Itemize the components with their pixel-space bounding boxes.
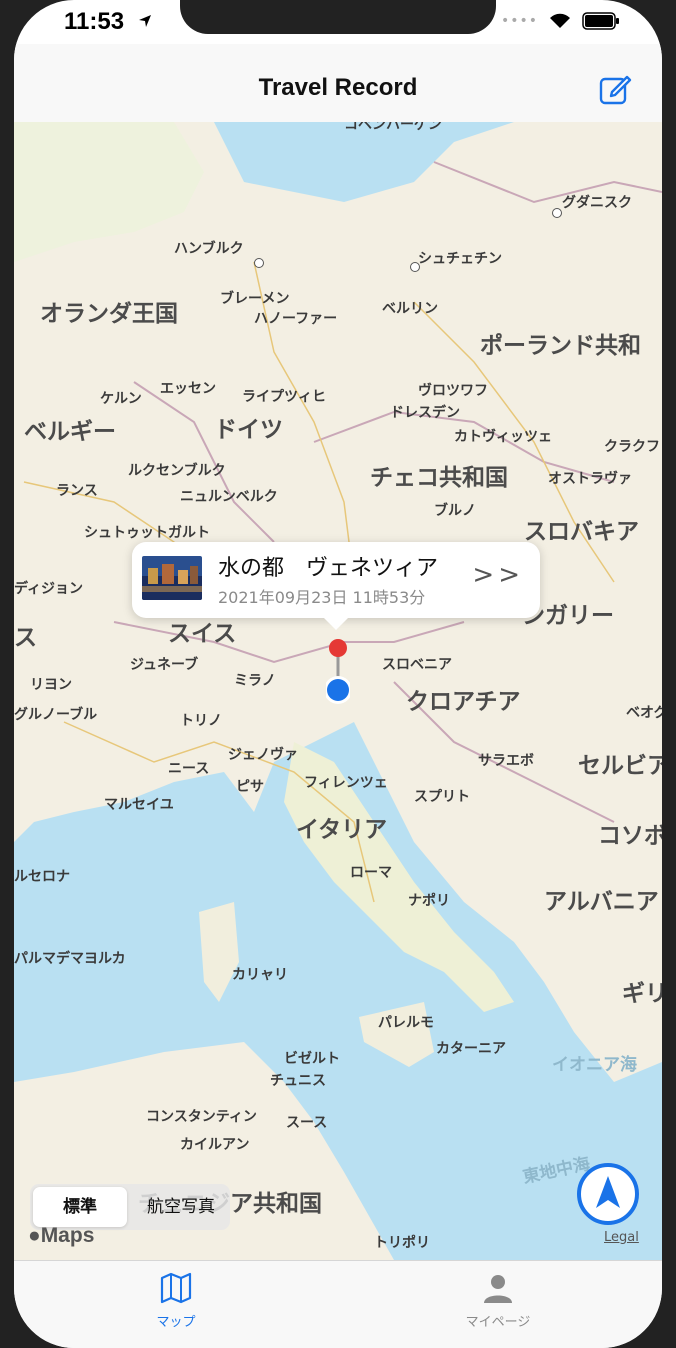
country-label: コソボ <box>598 823 662 849</box>
callout-subtitle: 2021年09月23日 11時53分 <box>218 588 426 607</box>
city-label: ジュネーブ <box>130 657 199 673</box>
country-label: ポーランド共和 <box>480 333 641 359</box>
legal-link[interactable]: Legal <box>604 1230 639 1245</box>
tab-label: マイページ <box>465 1315 531 1330</box>
city-label: フィレンツェ <box>304 775 388 791</box>
city-label: カリャリ <box>232 967 288 983</box>
city-label: サラエボ <box>478 753 534 769</box>
device-notch <box>180 0 496 34</box>
navigation-bar: Travel Record <box>14 44 662 123</box>
city-label: スロベニア <box>382 657 452 673</box>
city-label: スース <box>286 1115 328 1131</box>
page-title: Travel Record <box>258 74 418 101</box>
city-label: ナポリ <box>408 893 450 909</box>
city-label: ローマ <box>350 865 392 881</box>
country-label: オランダ王国 <box>40 301 178 327</box>
apple-logo-icon: ● <box>28 1224 41 1247</box>
city-label: ベルリン <box>382 301 438 317</box>
city-label: パレルモ <box>378 1015 434 1031</box>
city-label: カイルアン <box>180 1137 250 1153</box>
city-label: グルノーブル <box>14 707 98 723</box>
status-icons: •••• <box>501 12 620 30</box>
city-label: カトヴィッツェ <box>454 429 552 445</box>
city-label: トリノ <box>180 713 222 729</box>
city-label: ミラノ <box>234 673 276 689</box>
city-label: ドレスデン <box>390 405 460 421</box>
city-dot <box>254 258 264 268</box>
segment-aerial[interactable]: 航空写真 <box>136 1187 226 1227</box>
city-label: ライプツィヒ <box>242 389 326 405</box>
signal-icon: •••• <box>500 13 538 29</box>
city-label: ヴロツワフ <box>418 383 488 399</box>
map-view[interactable]: コペンハーゲン グダニスク ハンブルク シュチェチン オランダ王国 ブレーメン … <box>14 122 662 1260</box>
current-location-icon[interactable] <box>576 1162 640 1226</box>
country-label: スロバキア <box>524 519 639 545</box>
country-label: ベルギー <box>24 419 116 445</box>
city-label: ハノーファー <box>254 311 338 327</box>
city-label: ブルノ <box>434 503 476 519</box>
city-label: エッセン <box>160 381 216 397</box>
app-screen: 11:53 •••• Travel Record コペンハーゲン グダニスク ハ… <box>14 0 662 1348</box>
city-label: ピサ <box>236 779 264 795</box>
country-label: スイス <box>168 621 237 647</box>
city-label: ルセロナ <box>14 869 70 885</box>
tab-mypage[interactable]: マイページ <box>438 1271 558 1330</box>
compose-icon[interactable] <box>598 72 632 106</box>
sea-label: イオニア海 <box>552 1055 637 1075</box>
city-label: トリポリ <box>374 1235 430 1251</box>
city-label: ハンブルク <box>174 241 244 257</box>
city-label: マルセイユ <box>104 797 174 813</box>
segment-standard[interactable]: 標準 <box>33 1187 127 1227</box>
city-label: チュニス <box>270 1073 326 1089</box>
city-label: ブレーメン <box>220 291 290 307</box>
wifi-icon <box>550 13 570 28</box>
city-label: コンスタンティン <box>146 1109 257 1125</box>
status-bar: 11:53 •••• <box>14 0 662 44</box>
city-label: ランス <box>56 483 98 499</box>
country-label: ドイツ <box>214 417 283 443</box>
status-time: 11:53 <box>64 8 125 35</box>
city-label: パルマデマヨルカ <box>14 951 126 967</box>
city-label: ディジョン <box>14 581 84 597</box>
battery-icon <box>582 12 619 30</box>
map-pin-icon[interactable] <box>326 638 350 706</box>
tab-map[interactable]: マップ <box>116 1271 236 1330</box>
city-label: ジェノヴァ <box>228 747 298 763</box>
map-icon <box>160 1272 192 1304</box>
city-label: シュトゥットガルト <box>84 525 210 541</box>
annotation-callout[interactable]: 水の都 ヴェネツィア 2021年09月23日 11時53分 >> <box>132 542 540 630</box>
city-label: ビゼルト <box>284 1051 340 1067</box>
city-label: ケルン <box>100 391 142 407</box>
country-label: セルビア <box>578 753 662 779</box>
maps-logo: ●Maps <box>28 1224 95 1247</box>
country-label: アルバニア <box>544 889 659 915</box>
tab-label: マップ <box>156 1315 196 1330</box>
city-label: カターニア <box>436 1041 506 1057</box>
tab-bar: マップ マイページ <box>14 1260 662 1348</box>
person-icon <box>484 1275 512 1303</box>
city-label: リヨン <box>30 677 72 693</box>
city-label: コペンハーゲン <box>344 122 442 133</box>
callout-detail-button[interactable]: >> <box>472 560 524 590</box>
location-arrow-icon <box>139 15 151 27</box>
city-label: ニース <box>168 761 210 777</box>
city-label: スプリト <box>414 789 470 805</box>
country-label: ス <box>14 625 37 651</box>
callout-title: 水の都 ヴェネツィア <box>218 556 439 581</box>
city-label: ベオグ <box>626 705 662 721</box>
city-label: オストラヴァ <box>548 471 632 487</box>
city-label: ルクセンブルク <box>128 463 226 479</box>
country-label: イタリア <box>296 817 388 843</box>
country-label: チェコ共和国 <box>370 465 508 491</box>
city-label: シュチェチン <box>418 251 502 267</box>
country-label: ギリ <box>622 981 662 1007</box>
city-dot <box>552 208 562 218</box>
city-label: ニュルンベルク <box>180 489 278 505</box>
country-label: クロアチア <box>406 689 521 715</box>
city-label: グダニスク <box>562 195 632 211</box>
venice-photo-thumbnail <box>142 556 202 600</box>
city-label: クラクフ <box>604 439 660 455</box>
